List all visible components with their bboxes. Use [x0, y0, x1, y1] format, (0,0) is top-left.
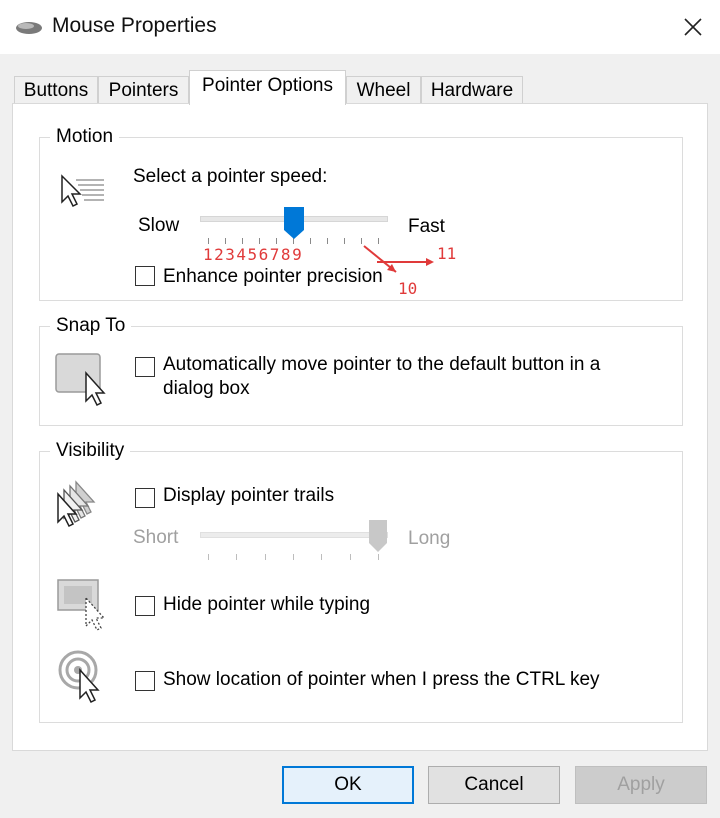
visibility-group-title: Visibility: [50, 440, 131, 462]
snap-to-icon: [55, 353, 106, 407]
mouse-icon: [16, 22, 42, 34]
show-location-label: Show location of pointer when I press th…: [163, 669, 600, 690]
pointer-speed-label: Select a pointer speed:: [133, 166, 328, 187]
pointer-speed-icon: [61, 174, 104, 208]
enhance-precision-label: Enhance pointer precision: [163, 266, 383, 287]
snap-to-group: Snap To Automatically move pointer to th…: [39, 315, 683, 426]
slider-tick: [349, 554, 351, 560]
pointer-options-panel: Motion Select a pointer speed: Slow Fast: [12, 103, 708, 751]
slider-tick: [276, 238, 277, 244]
show-location-checkbox[interactable]: [135, 671, 155, 691]
hide-pointer-icon: [57, 579, 106, 631]
pointer-trails-slider[interactable]: [200, 520, 390, 566]
title-bar: Mouse Properties: [0, 0, 720, 54]
snap-to-label-line2: dialog box: [163, 378, 250, 399]
annotation-10: 10: [398, 279, 418, 298]
slider-tick: [327, 238, 328, 244]
slider-tick: [208, 238, 209, 244]
slider-tick: [225, 238, 226, 244]
speed-number-annotation: 123456789: [203, 245, 304, 264]
slider-tick: [236, 554, 238, 560]
visibility-group: Visibility Display pointer trails Short …: [39, 440, 683, 723]
ok-button[interactable]: OK: [282, 766, 414, 804]
slider-tick: [293, 554, 294, 560]
snap-to-label-line1: Automatically move pointer to the defaul…: [163, 354, 601, 375]
short-label: Short: [133, 527, 179, 548]
slider-tick: [242, 238, 243, 244]
enhance-precision-checkbox[interactable]: [135, 266, 155, 286]
hide-pointer-checkbox[interactable]: [135, 596, 155, 616]
tab-pointers[interactable]: Pointers: [98, 76, 189, 104]
close-icon: [684, 18, 702, 36]
pointer-trails-icon: [57, 480, 96, 528]
slider-tick: [378, 554, 379, 560]
long-label: Long: [408, 528, 451, 549]
motion-group-title: Motion: [50, 126, 120, 148]
fast-label: Fast: [408, 216, 445, 237]
tab-buttons[interactable]: Buttons: [14, 76, 98, 104]
annotation-11: 11: [437, 244, 457, 263]
slider-tick: [321, 554, 323, 560]
pointer-trails-label: Display pointer trails: [163, 485, 335, 506]
slider-tick: [264, 554, 266, 560]
pointer-trails-checkbox[interactable]: [135, 488, 155, 508]
slider-tick: [259, 238, 260, 244]
dialog-client-area: Buttons Pointers Pointer Options Wheel H…: [0, 54, 720, 818]
apply-button[interactable]: Apply: [575, 766, 707, 804]
close-button[interactable]: [666, 0, 720, 54]
pointer-speed-thumb[interactable]: [283, 206, 305, 240]
snap-to-checkbox[interactable]: [135, 357, 155, 377]
motion-group: Motion Select a pointer speed: Slow Fast: [39, 126, 683, 301]
slider-tick: [344, 238, 345, 244]
pointer-trails-track: [200, 532, 388, 538]
tab-pointer-options[interactable]: Pointer Options: [189, 70, 346, 105]
tab-wheel[interactable]: Wheel: [346, 76, 421, 104]
slider-tick: [208, 554, 209, 560]
show-location-icon: [58, 650, 100, 704]
hide-pointer-label: Hide pointer while typing: [163, 594, 371, 615]
snap-to-group-title: Snap To: [50, 315, 132, 337]
tab-hardware[interactable]: Hardware: [421, 76, 523, 104]
slider-tick: [310, 238, 311, 244]
cancel-button[interactable]: Cancel: [428, 766, 560, 804]
pointer-trails-thumb[interactable]: [368, 519, 388, 553]
slow-label: Slow: [138, 215, 180, 236]
window-title: Mouse Properties: [52, 14, 217, 37]
